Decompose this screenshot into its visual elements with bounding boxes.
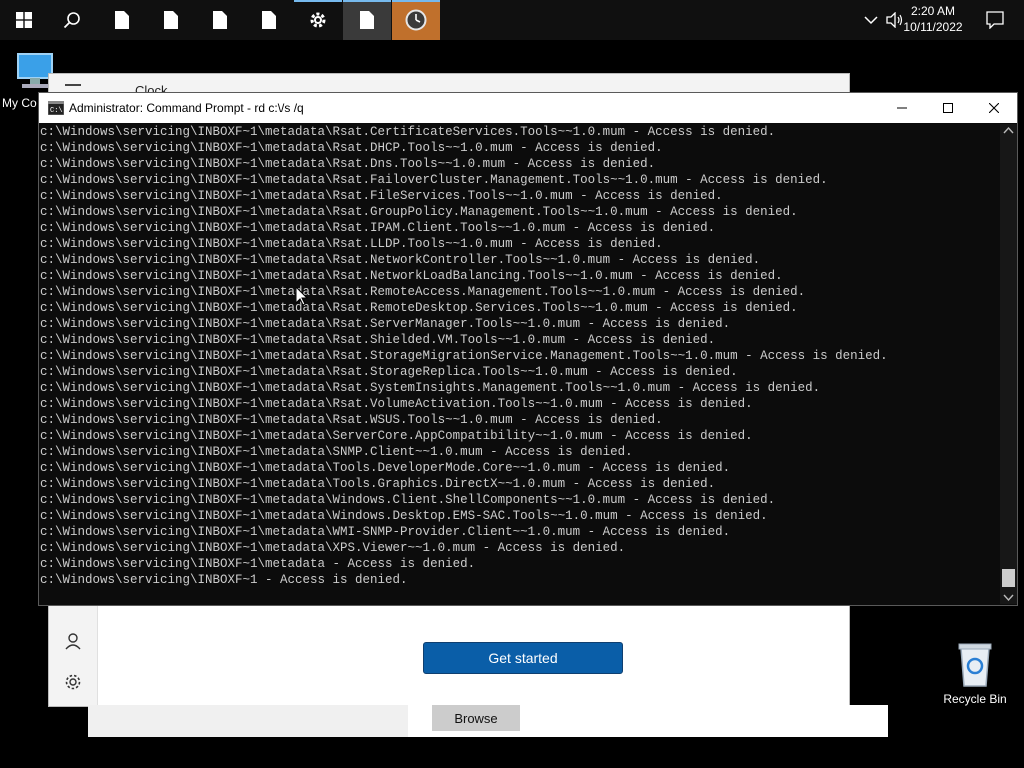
maximize-button[interactable] <box>925 93 971 123</box>
close-icon <box>989 103 999 113</box>
minimize-button[interactable] <box>879 93 925 123</box>
document-icon <box>213 11 227 29</box>
document-icon <box>262 11 276 29</box>
taskbar-settings[interactable] <box>294 0 342 40</box>
browse-window: Browse <box>88 705 888 737</box>
svg-text:C:\: C:\ <box>50 107 63 115</box>
console-line: c:\Windows\servicing\INBOXF~1\metadata\R… <box>40 237 663 251</box>
console-line: c:\Windows\servicing\INBOXF~1\metadata\R… <box>40 349 888 363</box>
console-line: c:\Windows\servicing\INBOXF~1\metadata\X… <box>40 541 626 555</box>
search-button[interactable] <box>48 0 96 40</box>
scroll-down-icon[interactable] <box>1000 590 1017 604</box>
taskbar-file-2[interactable] <box>147 0 195 40</box>
document-icon <box>164 11 178 29</box>
account-icon[interactable] <box>64 632 82 650</box>
document-icon <box>115 11 129 29</box>
browse-button[interactable]: Browse <box>432 705 520 731</box>
clock-date: 10/11/2022 <box>903 20 963 34</box>
system-clock[interactable]: 2:20 AM 10/11/2022 <box>898 3 968 35</box>
console-line: c:\Windows\servicing\INBOXF~1\metadata\R… <box>40 317 731 331</box>
console-line: c:\Windows\servicing\INBOXF~1\metadata\R… <box>40 333 716 347</box>
console-line: c:\Windows\servicing\INBOXF~1\metadata\R… <box>40 413 663 427</box>
console-line: c:\Windows\servicing\INBOXF~1\metadata\W… <box>40 493 776 507</box>
console-line: c:\Windows\servicing\INBOXF~1\metadata\R… <box>40 157 656 171</box>
running-indicator <box>392 0 440 2</box>
running-indicator <box>343 0 391 2</box>
taskbar: 2:20 AM 10/11/2022 <box>0 0 1024 40</box>
settings-gear-icon[interactable] <box>64 673 82 691</box>
console-line: c:\Windows\servicing\INBOXF~1\metadata\R… <box>40 205 798 219</box>
console-line: c:\Windows\servicing\INBOXF~1\metadata\R… <box>40 141 663 155</box>
close-button[interactable] <box>971 93 1017 123</box>
scrollbar-thumb[interactable] <box>1002 569 1015 587</box>
taskbar-clock-app[interactable] <box>392 0 440 40</box>
taskbar-file-4[interactable] <box>245 0 293 40</box>
console-line: c:\Windows\servicing\INBOXF~1\metadata\R… <box>40 365 738 379</box>
console-line: c:\Windows\servicing\INBOXF~1\metadata\R… <box>40 381 821 395</box>
cmd-app-icon: C:\ <box>48 101 64 115</box>
desktop-icon-label: Recycle Bin <box>943 692 1007 706</box>
desktop-icon-recycle-bin[interactable]: Recycle Bin <box>938 640 1012 706</box>
notification-icon[interactable] <box>986 11 1004 29</box>
search-icon <box>63 12 80 29</box>
mouse-pointer-icon <box>296 287 308 306</box>
console-line: c:\Windows\servicing\INBOXF~1\metadata\T… <box>40 461 731 475</box>
taskbar-file-1[interactable] <box>98 0 146 40</box>
console-line: c:\Windows\servicing\INBOXF~1\metadata -… <box>40 557 476 571</box>
console-line: c:\Windows\servicing\INBOXF~1\metadata\R… <box>40 397 753 411</box>
scroll-up-icon[interactable] <box>1000 124 1017 138</box>
console-output[interactable]: c:\Windows\servicing\INBOXF~1\metadata\R… <box>40 124 998 604</box>
console-line: c:\Windows\servicing\INBOXF~1\metadata\R… <box>40 269 783 283</box>
console-line: c:\Windows\servicing\INBOXF~1\metadata\W… <box>40 509 768 523</box>
cmd-titlebar[interactable]: C:\ Administrator: Command Prompt - rd c… <box>39 93 1017 123</box>
gear-icon <box>310 12 326 28</box>
console-line: c:\Windows\servicing\INBOXF~1\metadata\R… <box>40 125 776 139</box>
browse-window-left-pane <box>88 705 408 737</box>
get-started-button[interactable]: Get started <box>423 642 623 674</box>
minimize-icon <box>897 107 907 109</box>
console-line: c:\Windows\servicing\INBOXF~1\metadata\S… <box>40 429 753 443</box>
console-line: c:\Windows\servicing\INBOXF~1\metadata\R… <box>40 173 828 187</box>
console-line: c:\Windows\servicing\INBOXF~1\metadata\W… <box>40 525 731 539</box>
document-icon <box>360 11 374 29</box>
console-line: c:\Windows\servicing\INBOXF~1\metadata\T… <box>40 477 716 491</box>
clock-time: 2:20 AM <box>910 4 956 18</box>
start-button[interactable] <box>0 0 48 40</box>
console-line: c:\Windows\servicing\INBOXF~1\metadata\R… <box>40 285 806 299</box>
command-prompt-window[interactable]: C:\ Administrator: Command Prompt - rd c… <box>38 92 1018 606</box>
cmd-title: Administrator: Command Prompt - rd c:\/s… <box>69 101 304 115</box>
console-scrollbar[interactable] <box>1000 124 1017 604</box>
console-line: c:\Windows\servicing\INBOXF~1\metadata\S… <box>40 445 633 459</box>
console-line: c:\Windows\servicing\INBOXF~1\metadata\R… <box>40 221 716 235</box>
running-indicator <box>294 0 342 2</box>
windows-logo-icon <box>16 12 32 28</box>
console-line: c:\Windows\servicing\INBOXF~1\metadata\R… <box>40 253 761 267</box>
console-line: c:\Windows\servicing\INBOXF~1\metadata\R… <box>40 189 723 203</box>
console-line: c:\Windows\servicing\INBOXF~1\metadata\R… <box>40 301 798 315</box>
maximize-icon <box>943 103 953 113</box>
taskbar-file-5[interactable] <box>343 0 391 40</box>
chevron-up-icon[interactable] <box>864 15 878 25</box>
recycle-bin-icon <box>958 643 992 687</box>
console-line: c:\Windows\servicing\INBOXF~1 - Access i… <box>40 573 408 587</box>
taskbar-file-3[interactable] <box>196 0 244 40</box>
clock-icon <box>405 9 427 31</box>
